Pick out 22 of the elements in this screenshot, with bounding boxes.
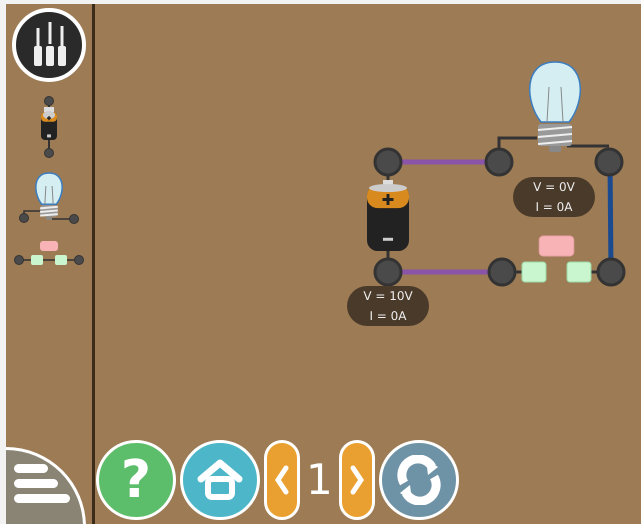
current-text: I = 0A xyxy=(369,308,407,325)
connector-node[interactable] xyxy=(374,148,402,176)
voltage-text: V = 0V xyxy=(533,179,575,196)
light-bulb-icon[interactable] xyxy=(35,172,63,220)
light-bulb-part[interactable] xyxy=(19,172,79,224)
connector-node[interactable] xyxy=(374,258,402,286)
switch-part[interactable] xyxy=(14,238,84,268)
current-text: I = 0A xyxy=(535,199,573,216)
connector-node[interactable] xyxy=(488,258,516,286)
connector-node[interactable] xyxy=(594,148,624,176)
switch-icon[interactable] xyxy=(522,236,592,282)
home-icon xyxy=(197,459,243,501)
battery-icon[interactable] xyxy=(367,180,409,251)
voltage-text: V = 10V xyxy=(363,288,413,305)
chevron-right-icon xyxy=(350,465,364,495)
battery-icon[interactable] xyxy=(41,107,57,140)
light-bulb-icon[interactable] xyxy=(529,61,581,152)
page-number: 1 xyxy=(305,459,334,501)
connector-node[interactable] xyxy=(596,258,626,286)
chevron-left-icon xyxy=(275,465,289,495)
connector-node[interactable] xyxy=(484,148,514,176)
previous-button[interactable] xyxy=(264,440,300,520)
